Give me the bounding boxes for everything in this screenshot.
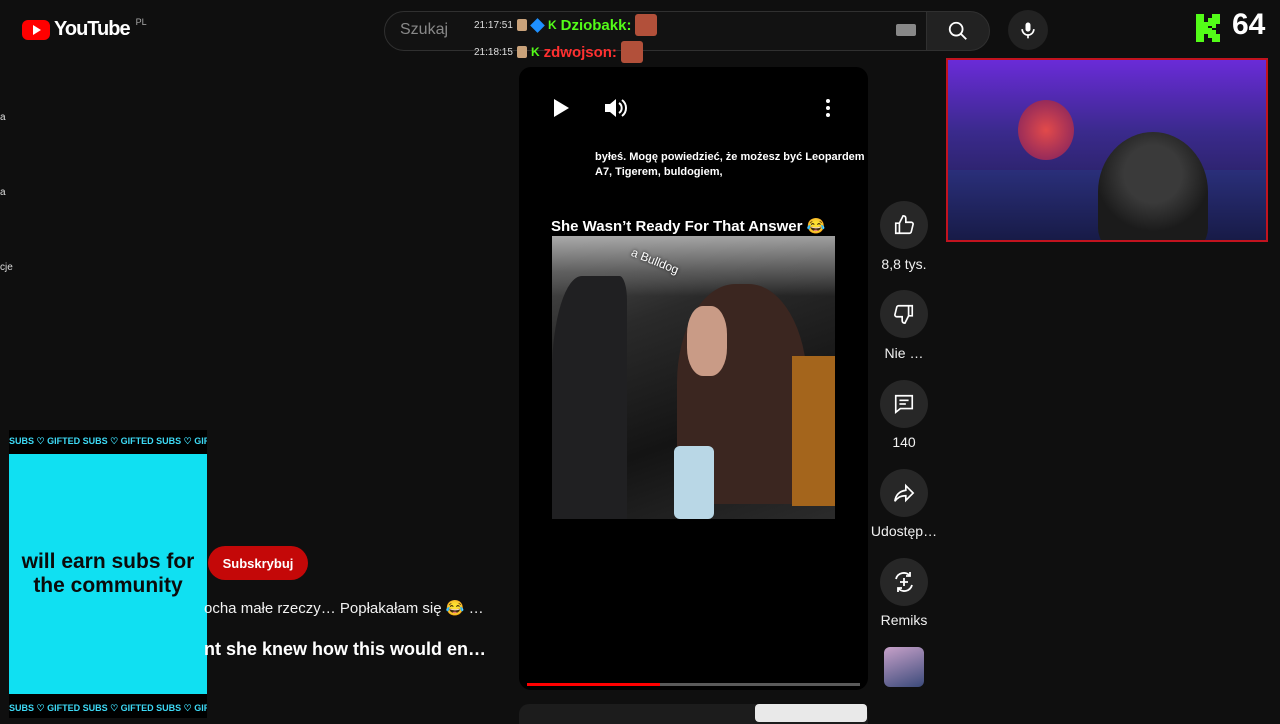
next-short-thumbnail: [755, 704, 867, 722]
video-cup: [674, 446, 714, 519]
emote-icon: [635, 14, 658, 36]
progress-fill: [527, 683, 661, 686]
video-jacket: [792, 356, 835, 506]
remix-button[interactable]: [880, 558, 928, 606]
shorts-player[interactable]: byłeś. Mogę powiedzieć, że możesz być Le…: [519, 67, 868, 690]
short-title: She Wasn’t Ready For That Answer 😂: [551, 218, 826, 235]
chat-username: Dziobakk:: [560, 16, 632, 34]
more-options-icon[interactable]: [825, 98, 831, 118]
search-placeholder: Szukaj: [400, 21, 449, 38]
next-video-title[interactable]: nt she knew how this would en…: [204, 639, 486, 660]
cube-badge-icon: [530, 17, 545, 33]
progress-bar[interactable]: [527, 683, 860, 686]
webcam-plush-toy: [1018, 100, 1074, 160]
thumbs-down-icon: [894, 304, 914, 324]
marquee-top: SUBS ♡ GIFTED SUBS ♡ GIFTED SUBS ♡ GIFTE…: [9, 436, 207, 446]
thumbs-up-icon: [894, 215, 914, 235]
webcam-overlay: [946, 58, 1268, 242]
chat-message: 21:17:51 K Dziobakk:: [474, 14, 658, 36]
remix-icon: [895, 572, 913, 592]
logo-text: YouTube: [54, 18, 131, 40]
dislike-label: Nie …: [884, 345, 924, 361]
keyboard-icon[interactable]: [896, 24, 916, 36]
comment-count: 140: [892, 434, 916, 450]
kick-badge-icon: K: [547, 18, 557, 32]
share-icon: [894, 483, 915, 503]
chat-message: 21:18:15 K zdwojson:: [474, 41, 643, 63]
youtube-play-icon: [22, 19, 50, 40]
video-subtitle: byłeś. Mogę powiedzieć, że możesz być Le…: [595, 151, 865, 178]
chat-time: 21:17:51: [474, 19, 513, 31]
play-icon[interactable]: [551, 98, 571, 118]
search-button[interactable]: [926, 11, 990, 51]
share-label: Udostęp…: [870, 523, 938, 539]
sidebar-item[interactable]: cje: [0, 262, 13, 273]
video-man: [552, 276, 627, 519]
kick-badge-icon: K: [530, 45, 540, 59]
subscribe-button[interactable]: Subskrybuj: [208, 546, 308, 580]
like-button[interactable]: [880, 201, 928, 249]
video-frame[interactable]: a Bulldog: [552, 236, 835, 519]
voice-search-button[interactable]: [1008, 10, 1048, 50]
sidebar-item[interactable]: a: [0, 112, 6, 123]
user-badge-icon: [516, 46, 527, 58]
marquee-bottom: SUBS ♡ GIFTED SUBS ♡ GIFTED SUBS ♡ GIFTE…: [9, 703, 207, 713]
share-button[interactable]: [880, 469, 928, 517]
like-count: 8,8 tys.: [881, 256, 927, 272]
comment-icon: [894, 394, 914, 414]
video-face: [687, 306, 727, 376]
sub-panel: will earn subs for the community: [9, 454, 207, 694]
webcam-person: [1098, 132, 1208, 240]
volume-icon[interactable]: [603, 96, 629, 120]
user-badge-icon: [516, 19, 527, 31]
emote-icon: [620, 41, 643, 63]
sub-goal-overlay: SUBS ♡ GIFTED SUBS ♡ GIFTED SUBS ♡ GIFTE…: [9, 430, 207, 718]
video-description[interactable]: ocha małe rzeczy… Popłakałam się 😂 …: [204, 599, 484, 617]
remix-label: Remiks: [880, 612, 928, 628]
dislike-button[interactable]: [880, 290, 928, 338]
viewer-count: 64: [1232, 8, 1266, 41]
microphone-icon: [1021, 22, 1035, 39]
region-code: PL: [135, 16, 147, 27]
kick-logo-icon: [1196, 14, 1220, 42]
search-icon: [948, 21, 967, 40]
sidebar-item[interactable]: a: [0, 187, 6, 198]
chat-time: 21:18:15: [474, 46, 513, 58]
next-short-preview[interactable]: [519, 704, 868, 724]
comments-button[interactable]: [880, 380, 928, 428]
youtube-logo[interactable]: YouTube PL: [22, 16, 147, 41]
chat-username: zdwojson:: [543, 43, 617, 61]
sub-goal-text: will earn subs for the community: [21, 550, 195, 597]
sound-thumbnail[interactable]: [884, 647, 924, 687]
